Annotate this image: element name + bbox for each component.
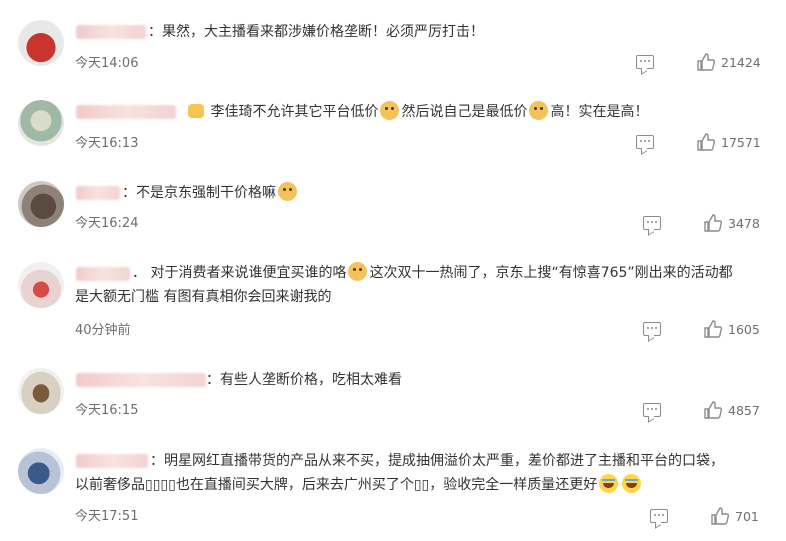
avatar[interactable]: [18, 262, 64, 308]
comment-icon[interactable]: [643, 322, 661, 336]
like-count: 701: [735, 509, 759, 524]
username[interactable]: [76, 454, 148, 468]
doge-emoji: [278, 182, 297, 201]
like-count: 4857: [728, 403, 760, 418]
like-count: 21424: [721, 55, 761, 70]
like-count: 17571: [721, 135, 761, 150]
thumbs-up-icon[interactable]: [697, 133, 715, 151]
avatar[interactable]: [18, 368, 64, 414]
comment-icon[interactable]: [636, 55, 654, 69]
comment-icon[interactable]: [643, 403, 661, 417]
thumbs-up-icon[interactable]: [711, 507, 729, 525]
username[interactable]: [76, 25, 146, 39]
comment-time: 今天16:15: [75, 403, 139, 418]
thumbs-up-icon[interactable]: [704, 320, 722, 338]
comment-text-line2: 是大额无门槛 有图有真相你会回来谢我的: [75, 289, 332, 305]
like-count: 1605: [728, 322, 760, 337]
comment-text: 李佳琦不允许其它平台低价 然后说自己是最低价 高！实在是高！: [186, 101, 766, 123]
avatar[interactable]: [18, 100, 64, 146]
comment-text: ． 对于消费者来说谁便宜买谁的咯 这次双十一热闹了，京东上搜“有惊喜765”刚出来…: [132, 262, 766, 284]
comment-icon[interactable]: [636, 135, 654, 149]
doge-emoji: [529, 101, 549, 120]
comment-time: 40分钟前: [75, 323, 131, 338]
thumbs-up-icon[interactable]: [697, 53, 715, 71]
comment-text-line2: 以前奢侈品▯▯▯▯也在直播间买大牌，后来去广州买了个▯▯，验收完全一样质量还更好: [75, 474, 766, 496]
laughing-emoji: [599, 474, 619, 493]
laughing-emoji: [622, 474, 642, 493]
comment-time: 今天16:13: [75, 136, 139, 151]
thumbs-up-icon[interactable]: [704, 401, 722, 419]
comment-time: 今天14:06: [75, 56, 139, 71]
comment-icon[interactable]: [650, 509, 668, 523]
crown-icon: [188, 104, 204, 118]
doge-emoji: [348, 262, 368, 281]
username[interactable]: [76, 105, 176, 119]
comment-text: ：明星网红直播带货的产品从来不买，提成抽佣溢价太严重，差价都进了主播和平台的口袋…: [150, 453, 724, 469]
doge-emoji: [380, 101, 400, 120]
comment-text: ：果然，大主播看来都涉嫌价格垄断！必须严厉打击！: [148, 24, 484, 40]
avatar[interactable]: [18, 448, 64, 494]
comment-time: 今天16:24: [75, 216, 139, 231]
like-count: 3478: [728, 216, 760, 231]
thumbs-up-icon[interactable]: [704, 214, 722, 232]
comment-icon[interactable]: [643, 216, 661, 230]
comment-text: ：不是京东强制干价格嘛: [122, 182, 766, 204]
username[interactable]: [76, 373, 206, 387]
comment-time: 今天17:51: [75, 509, 139, 524]
username[interactable]: [76, 267, 130, 281]
comment-text: ：有些人垄断价格，吃相太难看: [206, 372, 402, 388]
avatar[interactable]: [18, 181, 64, 227]
username[interactable]: [76, 186, 120, 200]
avatar[interactable]: [18, 20, 64, 66]
